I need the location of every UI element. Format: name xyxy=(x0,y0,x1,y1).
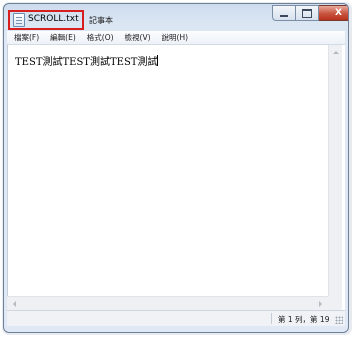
scroll-up-arrow-icon[interactable] xyxy=(333,51,339,54)
maximize-button[interactable] xyxy=(296,5,319,21)
status-bar: 第 1 列，第 19 xyxy=(7,310,345,326)
menu-edit[interactable]: 編輯(E) xyxy=(50,32,76,43)
cursor-position: 第 1 列，第 19 xyxy=(278,315,330,324)
minimize-icon xyxy=(280,14,288,17)
scrollbar-corner xyxy=(328,296,342,310)
scroll-right-arrow-icon[interactable] xyxy=(319,301,322,307)
maximize-icon xyxy=(302,8,312,18)
minimize-button[interactable] xyxy=(272,5,296,21)
text-editor[interactable]: TEST測試TEST測試TEST測試 xyxy=(7,45,345,310)
file-name-title: SCROLL.txt xyxy=(28,14,79,24)
title-bar[interactable]: SCROLL.txt 記事本 X xyxy=(4,4,348,32)
close-icon: X xyxy=(335,8,342,18)
text-caret xyxy=(157,55,159,66)
app-name-title: 記事本 xyxy=(89,16,113,25)
editor-content: TEST測試TEST測試TEST測試 xyxy=(15,57,158,68)
menu-bar: 檔案(F) 編輯(E) 格式(O) 檢視(V) 說明(H) xyxy=(7,31,345,45)
menu-help[interactable]: 說明(H) xyxy=(162,32,189,43)
vertical-scrollbar[interactable] xyxy=(328,45,342,310)
notepad-window: SCROLL.txt 記事本 X 檔案(F) 編輯(E) 格式(O) 檢視(V)… xyxy=(3,3,349,333)
menu-format[interactable]: 格式(O) xyxy=(87,32,114,43)
menu-view[interactable]: 檢視(V) xyxy=(125,32,151,43)
scroll-left-arrow-icon[interactable] xyxy=(13,301,16,307)
close-button[interactable]: X xyxy=(319,5,348,21)
horizontal-scrollbar[interactable] xyxy=(7,296,328,310)
caption-buttons: X xyxy=(272,5,348,21)
editor-text-line: TEST測試TEST測試TEST測試 xyxy=(15,53,159,68)
menu-file[interactable]: 檔案(F) xyxy=(14,32,39,43)
resize-grip-icon[interactable] xyxy=(335,316,343,324)
status-divider xyxy=(271,313,272,324)
